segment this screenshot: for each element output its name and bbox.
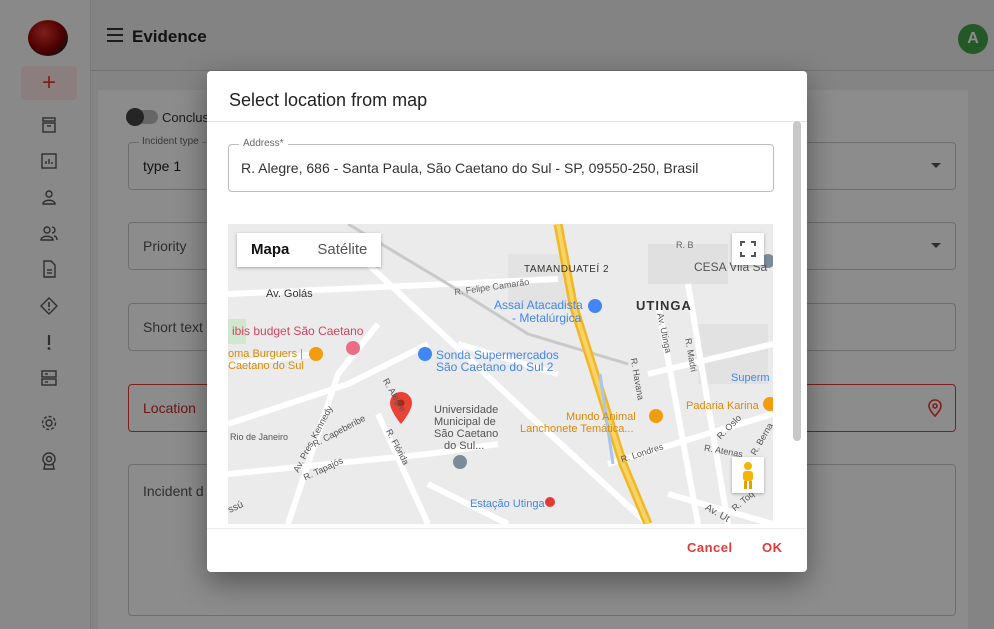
dialog-scrollbar[interactable] [793, 121, 801, 441]
map-label: - Metalúrgica [512, 311, 582, 325]
divider [207, 121, 807, 122]
ok-button[interactable]: OK [762, 540, 783, 555]
map-label: UTINGA [636, 298, 692, 313]
map-label: Av. Golás [266, 288, 313, 300]
address-field[interactable]: Address* R. Alegre, 686 - Santa Paula, S… [228, 138, 774, 192]
map-label: Rio de Janeiro [230, 432, 289, 442]
map-view[interactable]: TAMANDUATEÍ 2 CESA Vila Sa R. B R. Felip… [228, 224, 773, 524]
map-label: ibis budget São Caetano [232, 324, 364, 338]
map-label: Municipal de [434, 416, 496, 428]
address-legend: Address* [239, 138, 288, 149]
map-tab-mapa[interactable]: Mapa [237, 233, 303, 267]
map-label: Superm [731, 372, 770, 384]
map-label: oma Burguers | [228, 348, 304, 360]
map-label: Universidade [434, 404, 499, 416]
pegman-icon [743, 462, 753, 489]
map-label: São Caetano do Sul 2 [436, 360, 554, 374]
dialog-title: Select location from map [229, 90, 428, 110]
map-type-tabs: Mapa Satélite [237, 233, 382, 267]
map-label: Mundo Animal [566, 411, 636, 423]
select-location-dialog: Select location from map Address* R. Ale… [207, 71, 807, 572]
map-label: Estação Utinga [470, 498, 545, 510]
map-label: Padaria Karina [686, 400, 759, 412]
cancel-button[interactable]: Cancel [687, 540, 733, 555]
map-label: R. B [676, 240, 694, 250]
map-label: Assaí Atacadista [494, 298, 583, 312]
address-value[interactable]: R. Alegre, 686 - Santa Paula, São Caetan… [241, 160, 698, 176]
map-label: Lanchonete Temática... [520, 423, 634, 435]
map-label: TAMANDUATEÍ 2 [524, 264, 610, 275]
map-label: do Sul... [444, 440, 485, 452]
fullscreen-button[interactable] [732, 233, 764, 265]
map-label: Caetano do Sul [228, 360, 304, 372]
map-tab-satelite[interactable]: Satélite [303, 233, 381, 267]
fullscreen-icon [740, 241, 756, 257]
map-label: São Caetano [434, 428, 499, 440]
street-view-button[interactable] [732, 457, 764, 493]
